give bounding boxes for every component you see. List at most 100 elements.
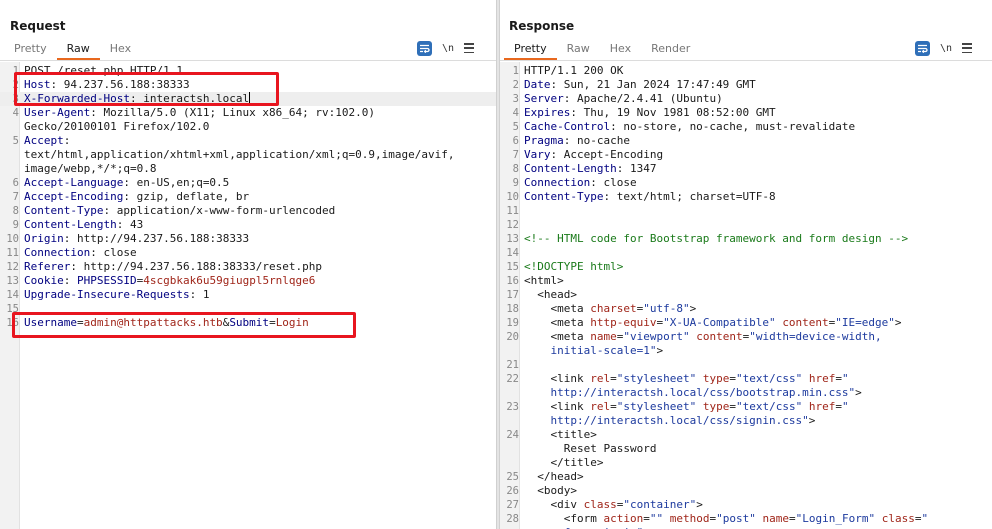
response-code-line: 14 [500, 246, 992, 260]
line-text: Referer: http://94.237.56.188:38333/rese… [24, 260, 322, 274]
line-number: 1 [512, 65, 519, 77]
response-code-line: 17 <head> [500, 288, 992, 302]
code-token: <!-- HTML code for Bootstrap framework a… [524, 232, 909, 245]
response-pane: Response Pretty Raw Hex Render \n 1 HTTP/… [500, 0, 992, 529]
line-number: 16 [506, 275, 519, 287]
code-token: </head> [524, 470, 584, 483]
request-code-line: 12 Referer: http://94.237.56.188:38333/re… [0, 260, 496, 274]
response-code-line: 1 HTTP/1.1 200 OK [500, 64, 992, 78]
code-token: Login [275, 316, 309, 329]
code-token: > [656, 344, 664, 357]
request-editor[interactable]: 1 POST /reset.php HTTP/1.1 2 Host: 94.237.5… [0, 62, 496, 529]
response-code-line: 3 Server: Apache/2.4.41 (Ubuntu) [500, 92, 992, 106]
code-token: : [63, 274, 77, 287]
code-token: http-equiv [590, 316, 657, 329]
code-token: = [269, 316, 276, 329]
code-token: : Accept-Encoding [550, 148, 664, 161]
response-tab-render[interactable]: Render [641, 39, 700, 60]
code-token: <body> [524, 484, 577, 497]
code-token: = [835, 372, 842, 385]
code-token: Referer [24, 260, 71, 273]
request-code-line: 16 Username=admin@httpattacks.htb&Submit=… [0, 316, 496, 330]
code-token: : http://94.237.56.188:38333/reset.php [70, 260, 323, 273]
code-token: : close [90, 246, 137, 259]
line-number: 23 [506, 401, 519, 413]
code-token: : Thu, 19 Nov 1981 08:52:00 GMT [570, 106, 776, 119]
response-editor[interactable]: 1 HTTP/1.1 200 OK 2 Date: Sun, 21 Jan 2024 … [500, 62, 992, 529]
response-title: Response [509, 19, 575, 33]
newline-toggle[interactable]: \n [441, 43, 455, 54]
response-code-line: 2 Date: Sun, 21 Jan 2024 17:47:49 GMT [500, 78, 992, 92]
menu-icon[interactable] [962, 43, 972, 53]
line-text: </head> [524, 470, 584, 484]
code-token: Gecko/20100101 Firefox/102.0 [24, 120, 210, 133]
response-code-line: 11 [500, 204, 992, 218]
line-text: Expires: Thu, 19 Nov 1981 08:52:00 GMT [524, 106, 776, 120]
line-text: Content-Type: text/html; charset=UTF-8 [524, 190, 776, 204]
response-code-line: 22 <link rel="stylesheet" type="text/css… [500, 372, 992, 386]
code-token: : Mozilla/5.0 (X11; Linux x86_64; rv:102… [90, 106, 376, 119]
text-cursor [249, 92, 251, 104]
line-text: User-Agent: Mozilla/5.0 (X11; Linux x86_… [24, 106, 375, 120]
line-number: 28 [506, 513, 519, 525]
request-tab-hex[interactable]: Hex [100, 39, 141, 60]
text-wrap-icon[interactable] [915, 40, 930, 56]
code-token: rel [590, 372, 611, 385]
line-text: POST /reset.php HTTP/1.1 [24, 64, 183, 78]
code-token: "stylesheet" [616, 400, 697, 413]
line-text: Vary: Accept-Encoding [524, 148, 663, 162]
code-token: : gzip, deflate, br [123, 190, 250, 203]
code-token: Host [24, 78, 51, 91]
request-code-line: 10 Origin: http://94.237.56.188:38333 [0, 232, 496, 246]
code-token: = [729, 372, 736, 385]
code-token: Cache-Control [524, 120, 611, 133]
code-token: Origin [24, 232, 64, 245]
line-number: 27 [506, 499, 519, 511]
line-number: 19 [506, 317, 519, 329]
code-token: : Apache/2.4.41 (Ubuntu) [563, 92, 723, 105]
request-tab-raw[interactable]: Raw [56, 39, 100, 60]
line-number: 9 [512, 177, 519, 189]
response-tab-hex[interactable]: Hex [600, 39, 641, 60]
request-code-line: 3 X-Forwarded-Host: interactsh.local [0, 92, 496, 106]
response-code-line: 19 <meta http-equiv="X-UA-Compatible" co… [500, 316, 992, 330]
code-token: <meta [524, 302, 591, 315]
code-token: : Sun, 21 Jan 2024 17:47:49 GMT [550, 78, 756, 91]
text-wrap-icon[interactable] [417, 40, 432, 56]
code-token: "X-UA-Compatible" [663, 316, 776, 329]
line-number: 2 [12, 79, 19, 91]
response-tabs: Pretty Raw Hex Render [504, 39, 700, 60]
request-tab-pretty[interactable]: Pretty [4, 39, 57, 60]
response-tab-raw[interactable]: Raw [557, 39, 600, 60]
line-number: 20 [506, 331, 519, 343]
code-token: "" [649, 512, 664, 525]
code-token: <title> [524, 428, 597, 441]
code-token: POST /reset.php HTTP/1.1 [24, 64, 183, 77]
line-text: Reset Password [524, 442, 657, 456]
code-token: text/html,application/xhtml+xml,applicat… [24, 148, 455, 161]
newline-toggle[interactable]: \n [939, 43, 953, 54]
code-token: : 94.237.56.188:38333 [50, 78, 190, 91]
code-token: Content-Length [24, 218, 117, 231]
line-text: Pragma: no-cache [524, 134, 630, 148]
code-token: Upgrade-Insecure-Requests [24, 288, 190, 301]
code-token: charset [590, 302, 637, 315]
code-token: "utf-8" [643, 302, 690, 315]
menu-icon[interactable] [464, 43, 474, 53]
line-number: 8 [512, 163, 519, 175]
response-tab-pretty[interactable]: Pretty [504, 39, 557, 60]
code-token: = [610, 372, 617, 385]
code-token: : application/x-www-form-urlencoded [103, 204, 336, 217]
request-code-line: 14 Upgrade-Insecure-Requests: 1 [0, 288, 496, 302]
code-token: class [583, 498, 617, 511]
response-code-line: initial-scale=1"> [500, 344, 992, 358]
code-token: type [702, 400, 730, 413]
code-token: <meta [524, 330, 591, 343]
line-number: 3 [12, 93, 19, 105]
response-code-line: 7 Vary: Accept-Encoding [500, 148, 992, 162]
code-token: name [590, 330, 617, 343]
response-code-line: 6 Pragma: no-cache [500, 134, 992, 148]
line-text: <body> [524, 484, 577, 498]
